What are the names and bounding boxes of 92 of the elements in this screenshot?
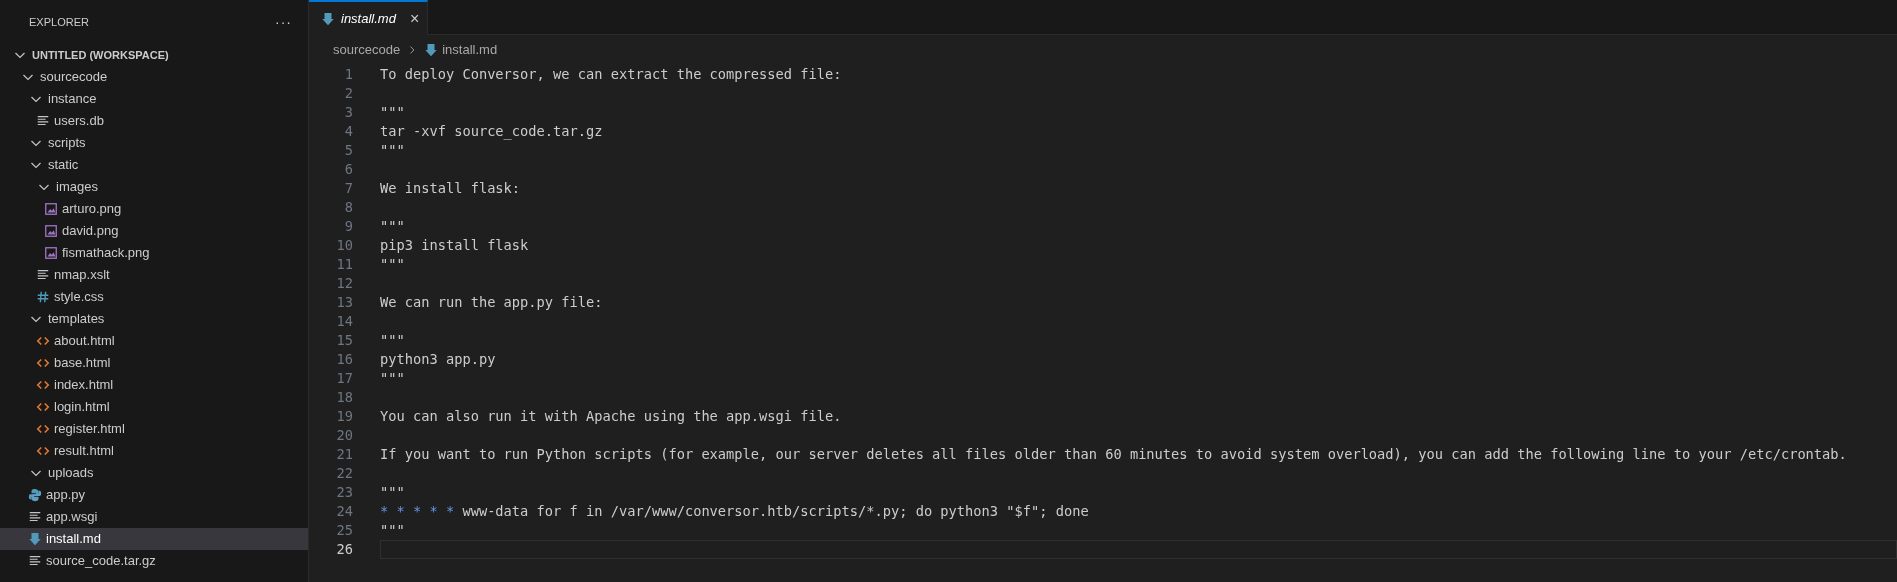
folder-item[interactable]: images <box>0 176 308 198</box>
code-line: """ <box>380 255 405 274</box>
code-line: pip3 install flask <box>380 236 529 255</box>
code-line: """ <box>380 369 405 388</box>
down-arrow-icon <box>28 532 42 546</box>
lines-icon <box>28 510 42 524</box>
workspace-row[interactable]: UNTITLED (WORKSPACE) <box>0 44 308 66</box>
editor-tab[interactable]: install.md × <box>309 0 429 35</box>
code-line: """ <box>380 103 405 122</box>
code-line: tar -xvf source_code.tar.gz <box>380 122 603 141</box>
file-item[interactable]: index.html <box>0 374 308 396</box>
line-number: 2 <box>343 84 353 103</box>
code-brackets-icon <box>36 356 50 370</box>
line-number: 4 <box>343 122 353 141</box>
line-number: 22 <box>335 464 353 483</box>
file-item[interactable]: about.html <box>0 330 308 352</box>
line-number: 7 <box>343 179 353 198</box>
hash-icon <box>36 290 50 304</box>
line-number: 23 <box>335 483 353 502</box>
file-item[interactable]: style.css <box>0 286 308 308</box>
file-item[interactable]: result.html <box>0 440 308 462</box>
line-number: 5 <box>343 141 353 160</box>
folder-item[interactable]: templates <box>0 308 308 330</box>
explorer-title: EXPLORER <box>29 14 89 30</box>
folder-item[interactable]: sourcecode <box>0 66 308 88</box>
line-number: 24 <box>335 502 353 521</box>
file-item[interactable]: david.png <box>0 220 308 242</box>
line-number: 26 <box>335 540 353 559</box>
folder-item[interactable]: uploads <box>0 462 308 484</box>
lines-icon <box>36 268 50 282</box>
code-line: You can also run it with Apache using the app.wsgi file. <box>380 407 842 426</box>
file-item[interactable]: app.py <box>0 484 308 506</box>
line-number: 18 <box>335 388 353 407</box>
file-item[interactable]: register.html <box>0 418 308 440</box>
line-number: 3 <box>343 103 353 122</box>
file-item[interactable]: install.md <box>0 528 308 550</box>
line-number: 6 <box>343 160 353 179</box>
lines-icon <box>28 554 42 568</box>
line-number: 20 <box>335 426 353 445</box>
code-line: www-data for f in /var/www/conversor.htb/scripts/*.py; do python3 "$f"; done <box>462 502 1089 521</box>
breadcrumb-item[interactable]: install.md <box>424 40 498 60</box>
image-file-icon <box>44 246 58 260</box>
code-line: To deploy Conversor, we can extract the compressed file: <box>380 65 842 84</box>
image-file-icon <box>44 224 58 238</box>
file-item[interactable]: users.db <box>0 110 308 132</box>
line-number: 8 <box>343 198 353 217</box>
code-line: python3 app.py <box>380 350 496 369</box>
code-brackets-icon <box>36 444 50 458</box>
list-marker: * * * * * <box>380 502 455 521</box>
code-line: """ <box>380 521 405 540</box>
code-line: """ <box>380 331 405 350</box>
more-actions-button[interactable]: ··· <box>275 15 292 29</box>
folder-item[interactable]: static <box>0 154 308 176</box>
code-line: """ <box>380 217 405 236</box>
code-line: If you want to run Python scripts (for example, our server deletes all files older than 60 minutes to avoid system overload), you can add the following line to your /etc/crontab. <box>380 445 1847 464</box>
line-number: 14 <box>335 312 353 331</box>
code-brackets-icon <box>36 334 50 348</box>
close-tab-button[interactable]: × <box>409 10 420 27</box>
line-number: 1 <box>343 65 353 84</box>
line-number: 17 <box>335 369 353 388</box>
line-number: 16 <box>335 350 353 369</box>
line-number: 13 <box>335 293 353 312</box>
code-brackets-icon <box>36 378 50 392</box>
code-line: """ <box>380 483 405 502</box>
line-number: 19 <box>335 407 353 426</box>
line-number: 15 <box>335 331 353 350</box>
file-item[interactable]: app.wsgi <box>0 506 308 528</box>
line-number: 12 <box>335 274 353 293</box>
breadcrumb-item[interactable]: sourcecode <box>333 40 401 60</box>
line-number: 21 <box>335 445 353 464</box>
python-icon <box>28 488 42 502</box>
code-brackets-icon <box>36 400 50 414</box>
file-item[interactable]: source_code.tar.gz <box>0 550 308 572</box>
file-item[interactable]: login.html <box>0 396 308 418</box>
line-number: 10 <box>335 236 353 255</box>
file-item[interactable]: nmap.xslt <box>0 264 308 286</box>
down-arrow-icon <box>321 11 335 26</box>
code-line: We install flask: <box>380 179 521 198</box>
image-file-icon <box>44 202 58 216</box>
line-number: 25 <box>335 521 353 540</box>
lines-icon <box>36 114 50 128</box>
file-item[interactable]: fismathack.png <box>0 242 308 264</box>
code-brackets-icon <box>36 422 50 436</box>
folder-item[interactable]: instance <box>0 88 308 110</box>
file-item[interactable]: arturo.png <box>0 198 308 220</box>
line-number: 11 <box>335 255 353 274</box>
file-item[interactable]: base.html <box>0 352 308 374</box>
folder-item[interactable]: scripts <box>0 132 308 154</box>
down-arrow-icon <box>424 43 439 57</box>
code-line: We can run the app.py file: <box>380 293 603 312</box>
code-line: """ <box>380 141 405 160</box>
line-number: 9 <box>343 217 353 236</box>
